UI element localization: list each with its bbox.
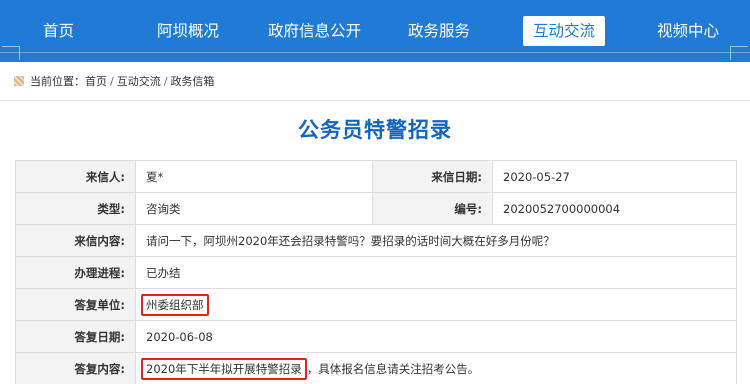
reply-content-highlight: 2020年下半年拟开展特警招录 [141,357,307,380]
table-row: 答复单位: 州委组织部 [15,288,737,321]
location-icon [14,76,24,86]
breadcrumb-divider [0,100,750,101]
reply-unit-value: 州委组织部 [141,293,209,316]
letter-date-label: 来信日期: [372,160,493,193]
reply-content-label: 答复内容: [15,352,136,384]
table-row: 办理进程: 已办结 [15,256,737,289]
type-label: 类型: [15,192,136,225]
navbar-corner-ornament-right [730,46,748,60]
table-row: 来信人: 夏* 来信日期: 2020-05-27 [15,160,737,193]
top-navbar: 首页 阿坝概况 政府信息公开 政务服务 互动交流 视频中心 [0,0,750,62]
reply-date-label: 答复日期: [15,320,136,353]
type-value: 咨询类 [135,192,373,225]
table-row: 答复内容: 2020年下半年拟开展特警招录 ，具体报名信息请关注招考公告。 [15,352,737,384]
breadcrumb-home[interactable]: 首页 [85,73,107,89]
breadcrumb: 当前位置： 首页 / 互动交流 / 政务信箱 [14,74,214,88]
sender-label: 来信人: [15,160,136,193]
letter-date-value: 2020-05-27 [492,160,737,193]
number-label: 编号: [372,192,493,225]
table-row: 答复日期: 2020-06-08 [15,320,737,353]
reply-unit-label: 答复单位: [15,288,136,321]
reply-date-value: 2020-06-08 [135,320,737,353]
sender-value: 夏* [135,160,373,193]
nav-gov-services[interactable]: 政务服务 [408,16,470,46]
progress-value: 已办结 [135,256,737,289]
breadcrumb-gov-mailbox[interactable]: 政务信箱 [170,73,214,89]
reply-content-rest: ，具体报名信息请关注招考公告。 [306,361,480,376]
breadcrumb-prefix: 当前位置： [30,75,85,88]
reply-content-cell: 2020年下半年拟开展特警招录 ，具体报名信息请关注招考公告。 [135,352,737,384]
table-row: 来信内容: 请问一下，阿坝州2020年还会招录特警吗？要招录的话时间大概在好多月… [15,224,737,257]
number-value: 2020052700000004 [492,192,737,225]
page-title: 公务员特警招录 [298,118,452,142]
breadcrumb-separator: / [163,74,168,88]
navbar-border-decoration [0,52,750,62]
nav-aba-overview[interactable]: 阿坝概况 [157,16,219,46]
progress-label: 办理进程: [15,256,136,289]
nav-gov-info-public[interactable]: 政府信息公开 [268,16,361,46]
breadcrumb-separator: / [110,74,114,88]
letter-content-value: 请问一下，阿坝州2020年还会招录特警吗？要招录的话时间大概在好多月份呢？ [135,224,737,257]
nav-video-center[interactable]: 视频中心 [657,16,719,46]
letter-content-label: 来信内容: [15,224,136,257]
navbar-corner-ornament-left [2,46,20,60]
breadcrumb-interaction[interactable]: 互动交流 [117,73,161,89]
nav-interaction[interactable]: 互动交流 [523,16,606,46]
reply-unit-cell: 州委组织部 [135,288,737,321]
nav-home[interactable]: 首页 [43,16,74,46]
table-row: 类型: 咨询类 编号: 2020052700000004 [15,192,737,225]
letter-details-table: 来信人: 夏* 来信日期: 2020-05-27 类型: 咨询类 编号: 202… [15,160,737,384]
